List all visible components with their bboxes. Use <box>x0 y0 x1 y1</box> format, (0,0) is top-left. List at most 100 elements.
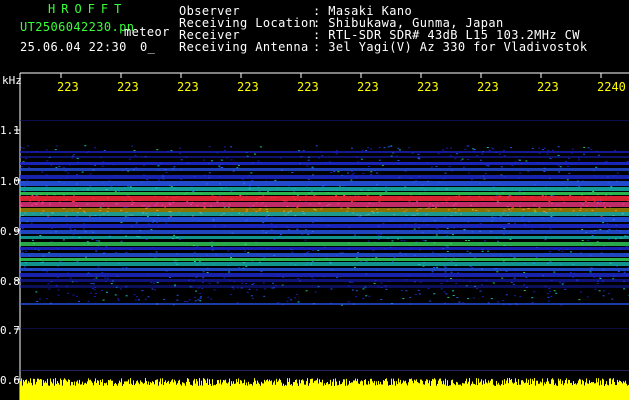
noise-speck <box>422 221 425 223</box>
noise-speck <box>257 160 260 162</box>
noise-speck <box>41 261 44 263</box>
noise-speck <box>560 304 563 306</box>
baseline-bar <box>69 380 70 400</box>
baseline-bar <box>608 385 609 400</box>
noise-speck <box>464 148 467 150</box>
noise-speck <box>84 219 87 221</box>
noise-speck <box>50 281 53 283</box>
noise-speck <box>557 154 560 156</box>
noise-speck <box>199 193 202 195</box>
spectrum-band <box>20 258 629 261</box>
noise-speck <box>492 212 495 214</box>
baseline-bar <box>311 378 312 400</box>
noise-speck <box>22 161 25 163</box>
noise-speck <box>356 156 359 158</box>
noise-speck <box>470 204 472 206</box>
echo-speck <box>458 195 461 197</box>
noise-speck <box>73 248 76 250</box>
noise-speck <box>222 202 225 204</box>
noise-speck <box>528 221 531 223</box>
noise-speck <box>612 219 615 220</box>
noise-speck <box>354 195 357 197</box>
noise-speck <box>176 294 179 296</box>
noise-speck <box>608 229 611 230</box>
baseline-bar <box>231 381 232 400</box>
noise-speck <box>166 224 169 226</box>
noise-speck <box>299 163 301 164</box>
baseline-bar <box>432 378 433 400</box>
noise-speck <box>360 158 363 160</box>
baseline-bar <box>298 385 299 400</box>
noise-speck <box>446 192 449 194</box>
baseline-bar <box>20 381 21 400</box>
noise-speck <box>30 247 32 249</box>
noise-speck <box>376 172 379 174</box>
noise-speck <box>188 279 191 281</box>
baseline-bar <box>214 384 215 400</box>
echo-speck <box>47 215 50 217</box>
noise-speck <box>427 180 429 182</box>
noise-speck <box>542 275 545 276</box>
noise-speck <box>233 281 236 283</box>
baseline-bar <box>590 383 591 400</box>
noise-speck <box>488 210 491 212</box>
echo-speck <box>49 204 51 206</box>
noise-speck <box>309 180 312 182</box>
noise-speck <box>157 226 160 228</box>
noise-speck <box>558 249 560 251</box>
noise-speck <box>443 177 446 179</box>
baseline-bar <box>179 379 180 400</box>
baseline-bar <box>240 380 241 400</box>
noise-speck <box>494 216 497 218</box>
baseline-bar <box>60 378 61 400</box>
noise-speck <box>506 206 509 208</box>
echo-speck <box>448 197 451 199</box>
baseline-bar <box>154 384 155 400</box>
noise-speck <box>199 297 202 299</box>
echo-speck <box>72 201 74 203</box>
noise-speck <box>82 189 85 191</box>
baseline-bar <box>286 385 287 400</box>
noise-speck <box>457 272 459 274</box>
baseline-bar <box>65 379 66 400</box>
noise-speck <box>261 230 264 232</box>
noise-speck <box>576 214 579 216</box>
noise-speck <box>251 283 254 285</box>
noise-speck <box>129 187 132 189</box>
noise-speck <box>281 284 284 286</box>
baseline-bar <box>317 378 318 400</box>
noise-speck <box>360 189 363 191</box>
baseline-bar <box>275 384 276 400</box>
noise-speck <box>287 297 290 299</box>
baseline-bar <box>215 385 216 400</box>
noise-speck <box>58 165 61 167</box>
baseline-bar <box>461 385 462 400</box>
noise-speck <box>625 274 628 276</box>
baseline-bar <box>291 384 292 400</box>
noise-speck <box>208 174 210 176</box>
noise-speck <box>62 166 65 168</box>
baseline-bar <box>596 378 597 400</box>
noise-speck <box>566 249 569 250</box>
noise-speck <box>488 190 491 191</box>
noise-speck <box>32 239 34 241</box>
noise-speck <box>409 248 412 250</box>
noise-speck <box>232 288 235 290</box>
noise-speck <box>618 248 621 250</box>
baseline-bar <box>271 380 272 400</box>
baseline-bar <box>45 381 46 400</box>
noise-speck <box>66 272 69 274</box>
baseline-bar <box>617 379 618 400</box>
noise-speck <box>86 203 89 205</box>
noise-speck <box>125 286 128 288</box>
noise-speck <box>208 282 211 284</box>
echo-speck <box>544 195 547 197</box>
baseline-bar <box>577 383 578 400</box>
baseline-bar <box>436 385 437 400</box>
baseline-bar <box>159 381 160 400</box>
noise-speck <box>440 288 443 290</box>
noise-speck <box>126 215 129 217</box>
noise-speck <box>368 295 371 297</box>
noise-speck <box>92 231 95 233</box>
noise-speck <box>48 156 51 158</box>
